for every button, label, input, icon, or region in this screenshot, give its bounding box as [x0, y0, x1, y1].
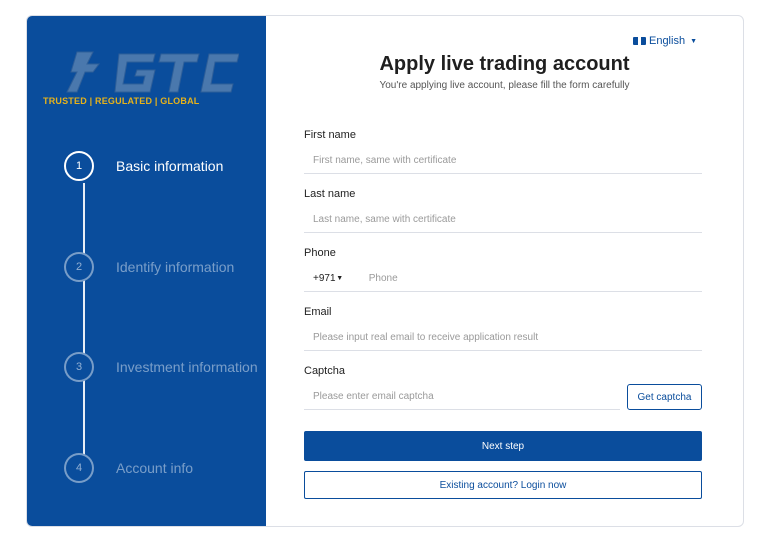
form-panel: English ▼ Apply live trading account You… — [266, 16, 743, 526]
application-card: TRUSTED | REGULATED | GLOBAL 1 Basic inf… — [26, 15, 744, 527]
step-label: Account info — [116, 460, 194, 476]
step-basic-information[interactable]: 1 Basic information — [64, 151, 223, 181]
gtc-logo — [63, 50, 239, 94]
phone-input[interactable] — [358, 272, 702, 285]
chevron-down-icon: ▼ — [690, 37, 697, 45]
last-name-field — [304, 207, 702, 233]
captcha-field — [304, 384, 620, 410]
next-step-button[interactable]: Next step — [304, 431, 702, 461]
phone-field: +971 ▼ — [304, 266, 702, 292]
step-account-info[interactable]: 4 Account info — [64, 453, 193, 483]
email-field — [304, 325, 702, 351]
captcha-label: Captcha — [304, 365, 345, 377]
get-captcha-button[interactable]: Get captcha — [627, 384, 702, 410]
step-number: 1 — [64, 151, 94, 181]
step-label: Identify information — [116, 259, 235, 275]
first-name-label: First name — [304, 129, 356, 141]
language-selector[interactable]: English ▼ — [632, 35, 697, 47]
last-name-input[interactable] — [304, 213, 702, 226]
step-number: 2 — [64, 252, 94, 282]
chevron-down-icon[interactable]: ▼ — [336, 275, 358, 282]
first-name-input[interactable] — [304, 154, 702, 167]
sidebar: TRUSTED | REGULATED | GLOBAL 1 Basic inf… — [27, 16, 266, 526]
brand-tagline: TRUSTED | REGULATED | GLOBAL — [43, 96, 200, 106]
email-label: Email — [304, 306, 332, 318]
step-number: 4 — [64, 453, 94, 483]
page-title: Apply live trading account — [379, 53, 630, 75]
steps-connector — [83, 183, 85, 465]
step-label: Investment information — [116, 359, 258, 375]
country-code-select[interactable]: +971 — [304, 273, 336, 284]
page-subtitle: You're applying live account, please fil… — [379, 80, 630, 91]
login-button[interactable]: Existing account? Login now — [304, 471, 702, 499]
step-identify-information[interactable]: 2 Identify information — [64, 252, 234, 282]
first-name-field — [304, 148, 702, 174]
flag-icon — [632, 37, 646, 45]
phone-label: Phone — [304, 247, 336, 259]
step-label: Basic information — [116, 158, 224, 174]
email-input[interactable] — [304, 331, 702, 344]
captcha-input[interactable] — [304, 390, 620, 403]
language-label: English — [648, 35, 686, 47]
last-name-label: Last name — [304, 188, 356, 200]
step-investment-information[interactable]: 3 Investment information — [64, 352, 258, 382]
step-number: 3 — [64, 352, 94, 382]
